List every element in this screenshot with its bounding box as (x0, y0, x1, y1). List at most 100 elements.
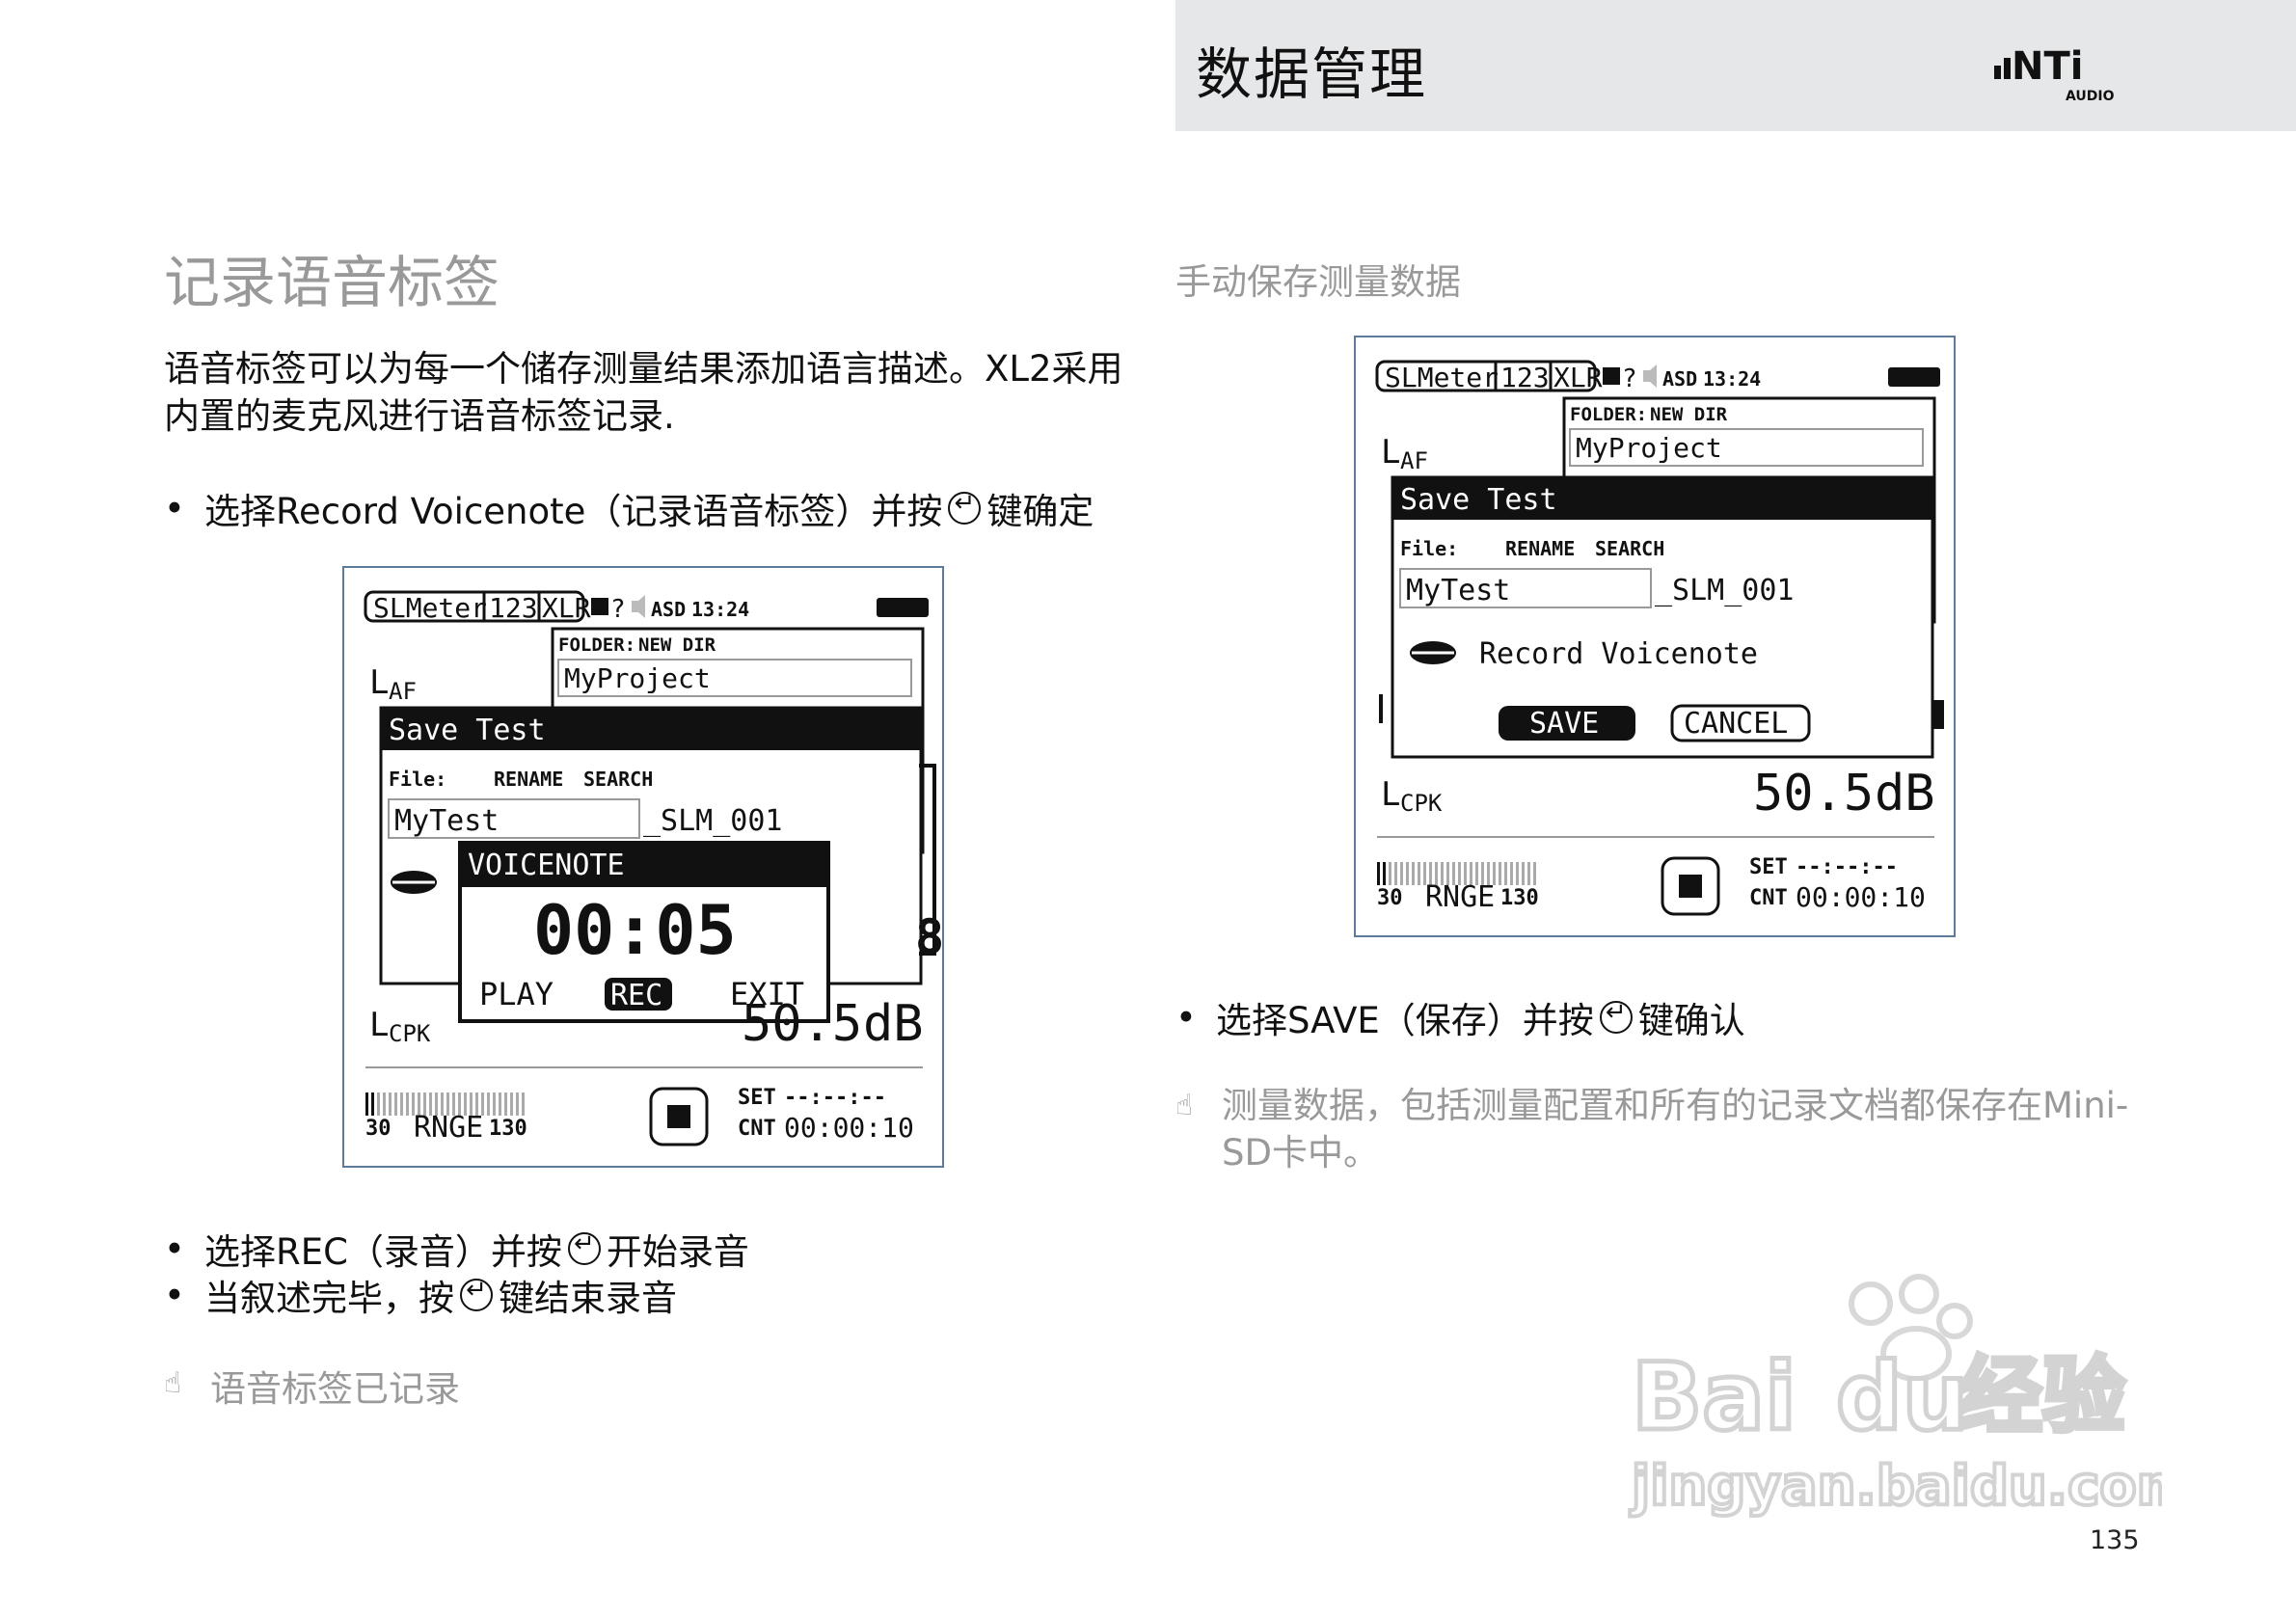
speaker-icon (1643, 364, 1657, 388)
intro-line-1: 语音标签可以为每一个储存测量结果添加语言描述。XL2采用 (164, 348, 1123, 390)
partial-digit: 8 (915, 909, 942, 965)
note-text: 语音标签已记录 (210, 1368, 460, 1410)
logo-audio-text: AUDIO (2066, 89, 2115, 104)
note-body: 测量数据，包括测量配置和所有的记录文档都保存在Mini- SD卡中。 (1222, 1082, 2128, 1176)
lcd-display: SLMeter 123 XLR ? ASD 13:24 FOLDER: NEW … (364, 590, 942, 1146)
file-suffix: _SLM_001 (643, 804, 783, 838)
tab-xlr: XLR (1553, 362, 1603, 393)
level-value: 50.5 (1753, 765, 1874, 822)
bullet-text-a: 选择REC（录音）并按 (204, 1231, 562, 1273)
bullet-text-b: 键确认 (1637, 1000, 1745, 1041)
bullet-record-voicenote: • 选择Record Voicenote（记录语音标签）并按 键确定 (164, 482, 1094, 534)
level-bar-tick (1527, 862, 1530, 885)
watermark-brand-cn: 经验 (1959, 1348, 2125, 1444)
memory-card-icon (1603, 367, 1620, 385)
level-bar-tick (487, 1092, 490, 1116)
level-bar-tick (1522, 862, 1525, 885)
device-screenshot-save: SLMeter 123 XLR ? ASD 13:24 FOLDER: NEW … (1354, 336, 1956, 937)
intro-line-2: 内置的麦克风进行语音标签记录. (164, 395, 675, 437)
search-link: SEARCH (1595, 537, 1664, 560)
section-title-manual-save: 手动保存测量数据 (1175, 261, 1461, 303)
note-line-1: 测量数据，包括测量配置和所有的记录文档都保存在Mini- (1222, 1085, 2129, 1126)
clock: 13:24 (1703, 367, 1761, 391)
page-title: 数据管理 (1196, 41, 1428, 107)
clock: 13:24 (691, 598, 749, 621)
folder-value: MyProject (564, 662, 711, 694)
memory-card-icon (591, 598, 608, 615)
laf-l: L (369, 663, 389, 702)
watermark-url: jingyan.baidu.com (1630, 1455, 2162, 1518)
level-bar-tick (504, 1092, 507, 1116)
level-bar-tick (383, 1092, 386, 1116)
range-high: 130 (489, 1117, 527, 1141)
level-bar-tick (522, 1092, 525, 1116)
file-label: File: (389, 768, 446, 791)
bullet-text-b: 键确定 (986, 491, 1094, 532)
level-bar-tick (377, 1092, 380, 1116)
battery-icon (877, 598, 929, 617)
tab-help: ? (610, 595, 626, 624)
file-name-value: MyTest (394, 804, 499, 838)
cnt-value: 00:00:10 (1796, 881, 1926, 913)
enter-key-icon (1599, 998, 1633, 1034)
hand-icon: ☝ (1175, 1089, 1194, 1122)
set-label: SET (738, 1086, 776, 1110)
bullet-text-a: 当叙述完毕，按 (204, 1278, 454, 1319)
set-value: --:--:-- (784, 1086, 886, 1110)
baidu-watermark: Bai du 经验 jingyan.baidu.com (1628, 1274, 2162, 1520)
bullet-text-b: 键结束录音 (499, 1278, 677, 1319)
bullet-text-b: 开始录音 (606, 1231, 749, 1273)
nti-audio-logo: NTi AUDIO (1994, 44, 2115, 104)
file-label: File: (1400, 537, 1458, 560)
level-bar-tick (1383, 862, 1386, 885)
range-label: RNGE (414, 1111, 483, 1145)
note-line-2: SD卡中。 (1222, 1132, 1379, 1173)
enter-key-icon (948, 489, 982, 525)
level-bar-tick (1389, 862, 1391, 885)
page-number: 135 (2090, 1525, 2140, 1555)
level-bar-tick (516, 1092, 519, 1116)
level-unit: dB (1875, 765, 1935, 822)
level-bar-tick (1418, 862, 1420, 885)
cnt-value: 00:00:10 (784, 1112, 914, 1144)
cnt-label: CNT (1749, 886, 1788, 910)
range-low: 30 (1377, 886, 1403, 910)
laf-sub: AF (389, 678, 417, 705)
level-bar-tick (1412, 862, 1415, 885)
watermark-brand-b: du (1836, 1343, 1968, 1451)
level-bar-tick (1510, 862, 1513, 885)
tab-slmeter: SLMeter (1385, 362, 1499, 393)
level-bar-tick (400, 1092, 403, 1116)
note-voicenote-recorded: ☝ 语音标签已记录 (164, 1360, 460, 1412)
hand-icon: ☝ (164, 1366, 182, 1400)
logo-nti-text: NTi (2012, 44, 2083, 89)
lcpk-sub: CPK (389, 1020, 431, 1047)
tab-123: 123 (489, 592, 538, 624)
stop-icon (1679, 875, 1702, 898)
folder-new-dir: NEW DIR (1650, 404, 1728, 425)
lcpk-l: L (1381, 775, 1400, 814)
save-button: SAVE (1529, 707, 1599, 741)
note-data-saved: ☝ 测量数据，包括测量配置和所有的记录文档都保存在Mini- SD卡中。 (1175, 1082, 2128, 1176)
tab-slmeter: SLMeter (373, 592, 487, 624)
level-bar-tick (499, 1092, 501, 1116)
level-bar-tick (1394, 862, 1397, 885)
level-bar-tick (1533, 862, 1536, 885)
device-screenshot-voicenote: SLMeter 123 XLR ? ASD 13:24 FOLDER: NEW … (342, 566, 944, 1168)
level-bar-tick (394, 1092, 397, 1116)
voicenote-timer: 00:05 (533, 891, 737, 970)
tab-help: ? (1622, 364, 1637, 393)
bullet-dot: • (164, 1227, 185, 1270)
bullet-dot: • (164, 1274, 185, 1316)
level-bar-tick (493, 1092, 496, 1116)
set-label: SET (1749, 855, 1788, 879)
lcpk-sub: CPK (1400, 790, 1443, 817)
folder-label: FOLDER: (1570, 404, 1647, 425)
bullet-text-a: 选择SAVE（保存）并按 (1216, 1000, 1594, 1041)
watermark-brand-a: Bai (1632, 1343, 1796, 1451)
voicenote-title: VOICENOTE (468, 849, 625, 882)
level-bar-tick (1516, 862, 1519, 885)
asd-label: ASD (651, 598, 686, 621)
level-bar-tick (1499, 862, 1501, 885)
level-bar-tick (371, 1092, 374, 1116)
